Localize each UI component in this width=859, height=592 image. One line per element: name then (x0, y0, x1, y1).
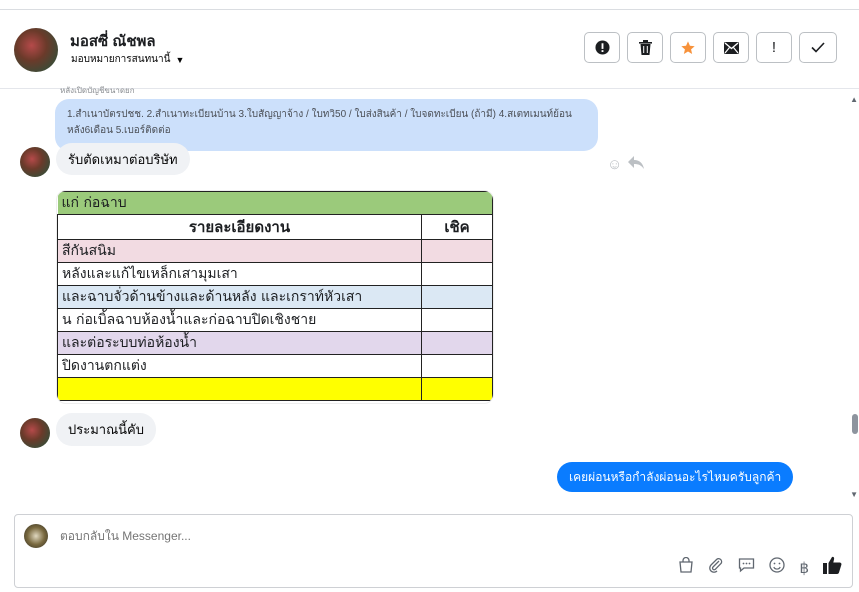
sheet-row: สีกันสนิม (57, 239, 422, 263)
message-actions: ☺ (607, 156, 645, 174)
sheet-check-cell (421, 354, 493, 378)
spreadsheet-image-attachment[interactable]: แก่ ก่อฉาบ รายละเอียดงาน เชิค สีกันสนิม … (56, 190, 494, 404)
delete-button[interactable] (627, 32, 663, 63)
action-buttons: ! (584, 32, 837, 63)
sheet-check-cell (421, 262, 493, 286)
reply-icon[interactable] (628, 156, 645, 174)
baht-icon[interactable]: ฿ (799, 559, 809, 577)
follow-up-button[interactable]: ! (756, 32, 792, 63)
caret-down-icon: ▼ (175, 54, 185, 65)
envelope-icon (723, 41, 739, 54)
conversation-header: มอสซี่ ณัชพล มอบหมายการสนทนานี้ ▼ ! (0, 10, 859, 89)
emoji-icon[interactable] (769, 557, 786, 578)
scroll-down-arrow-icon[interactable]: ▼ (850, 490, 858, 499)
contact-avatar-small[interactable] (20, 147, 50, 177)
exclamation-icon: ! (771, 39, 777, 56)
sheet-row: หลังและแก้ไขเหล็กเสามุมเสา (57, 262, 422, 286)
page-avatar (24, 524, 48, 548)
sheet-row (57, 377, 422, 401)
contact-name[interactable]: มอสซี่ ณัชพล (70, 29, 156, 53)
incoming-message[interactable]: ประมาณนี้คับ (56, 413, 156, 446)
sheet-row: น ก่อเบิ้ลฉาบห้องน้ำและก่อฉาบปิดเชิงชาย (57, 308, 422, 332)
attachment-icon[interactable] (708, 557, 724, 578)
like-icon[interactable] (823, 556, 842, 579)
contact-avatar-small[interactable] (20, 418, 50, 448)
star-icon (681, 40, 695, 54)
star-button[interactable] (670, 32, 706, 63)
message-input[interactable] (60, 529, 660, 543)
trash-icon (638, 40, 652, 55)
spam-alert-button[interactable] (584, 32, 620, 63)
sheet-header-detail: รายละเอียดงาน (57, 214, 422, 240)
spreadsheet-table: แก่ ก่อฉาบ รายละเอียดงาน เชิค สีกันสนิม … (57, 191, 493, 401)
sheet-title-cell: แก่ ก่อฉาบ (57, 191, 493, 215)
contact-avatar[interactable] (14, 28, 58, 72)
sheet-check-cell (421, 308, 493, 332)
saved-reply-icon[interactable] (738, 557, 755, 578)
sheet-row: ปิดงานตกแต่ง (57, 354, 422, 378)
checkmark-icon (811, 42, 825, 53)
sheet-check-cell (421, 331, 493, 355)
incoming-message[interactable]: รับตัดเหมาต่อบริษัท (56, 143, 190, 175)
mail-button[interactable] (713, 32, 749, 63)
assign-label: มอบหมายการสนทนานี้ (71, 54, 171, 65)
outgoing-message[interactable]: เคยผ่อนหรือกำลังผ่อนอะไรไหมครับลูกค้า (557, 462, 794, 492)
alert-circle-icon (594, 40, 610, 55)
bag-icon[interactable] (678, 556, 694, 578)
composer-toolbar: ฿ (678, 556, 842, 579)
sheet-check-cell (421, 377, 493, 401)
sheet-row: และต่อระบบท่อห้องน้ำ (57, 331, 422, 355)
sheet-row: และฉาบจั่วด้านข้างและด้านหลัง และเกราท์ห… (57, 285, 422, 309)
reply-composer: ฿ (14, 514, 853, 588)
emoji-react-icon[interactable]: ☺ (607, 156, 622, 174)
scrollbar-thumb[interactable] (852, 414, 858, 434)
sheet-header-check: เชิค (421, 214, 493, 240)
sheet-check-cell (421, 239, 493, 263)
done-button[interactable] (799, 32, 837, 63)
scroll-up-arrow-icon[interactable]: ▲ (850, 95, 858, 104)
assign-dropdown[interactable]: มอบหมายการสนทนานี้ ▼ (71, 52, 184, 67)
truncated-message-text: หลังเปิดบัญชีขนาดยก (60, 86, 135, 95)
sheet-check-cell (421, 285, 493, 309)
